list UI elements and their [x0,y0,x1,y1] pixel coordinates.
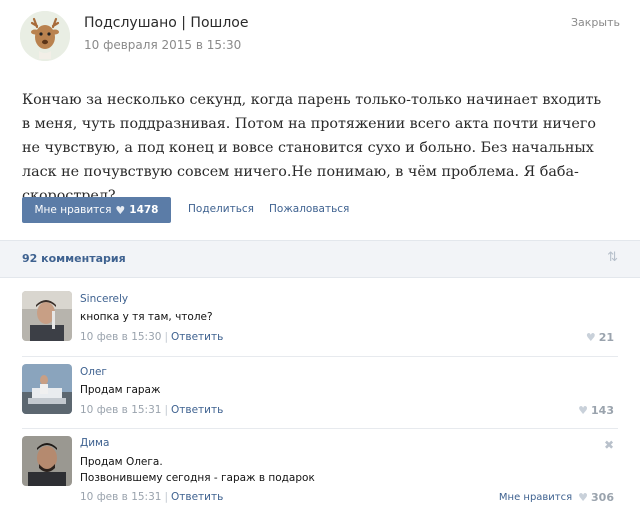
comment-text: кнопка у тя там, чтоле? [80,311,213,323]
comment-like-button[interactable]: ♥ 21 [586,331,614,344]
close-button[interactable]: Закрыть [571,16,620,29]
heart-icon: ♥ [585,331,596,344]
share-link[interactable]: Поделиться [188,203,254,215]
user-photo-icon [22,436,72,486]
avatar[interactable] [22,291,72,341]
comments-header: 92 комментария ⇅ [0,240,640,278]
user-photo-icon [22,291,72,341]
comment-item: Sincerely кнопка у тя там, чтоле? 10 фев… [0,291,640,353]
comment-like-button[interactable]: Мне нравится ♥ 306 [499,491,614,504]
comment-time[interactable]: 10 фев в 15:30 [80,331,161,343]
avatar[interactable] [22,436,72,486]
comment-author[interactable]: Sincerely [80,293,128,305]
comment-text: Продам гараж [80,384,161,396]
comment-like-button[interactable]: ♥ 143 [578,404,614,417]
separator: | [164,331,168,343]
like-button[interactable]: Мне нравится ♥ 1478 [22,197,171,223]
comment-item: Дима Продам Олега. Позвонившему сегодня … [0,436,640,506]
comment-like-count: 21 [598,331,614,344]
reply-link[interactable]: Ответить [171,404,223,416]
divider [22,428,618,429]
reply-link[interactable]: Ответить [171,491,223,503]
comment-like-count: 306 [591,491,614,504]
divider [22,356,618,357]
group-name[interactable]: Подслушано | Пошлое [84,15,248,31]
post-text: Кончаю за несколько секунд, когда парень… [22,92,602,204]
comment-item: Олег Продам гараж 10 фев в 15:31 | Ответит… [0,364,640,426]
avatar[interactable] [22,364,72,414]
comment-author[interactable]: Дима [80,437,109,449]
comment-time[interactable]: 10 фев в 15:31 [80,404,161,416]
deer-icon [20,11,70,61]
separator: | [164,491,168,503]
comment-like-count: 143 [591,404,614,417]
heart-icon: ♥ [115,203,126,217]
comment-text-line1: Продам Олега. [80,456,163,468]
report-link[interactable]: Пожаловаться [269,203,349,215]
reply-link[interactable]: Ответить [171,331,223,343]
comment-text-line2: Позвонившему сегодня - гараж в подарок [80,472,315,484]
comment-meta: 10 фев в 15:31 | Ответить [80,491,223,503]
like-count: 1478 [129,204,159,216]
sort-icon[interactable]: ⇅ [607,250,618,265]
heart-icon: ♥ [578,491,589,504]
heart-icon: ♥ [578,404,589,417]
separator: | [164,404,168,416]
comment-meta: 10 фев в 15:30 | Ответить [80,331,223,343]
user-photo-icon [22,364,72,414]
post-header: Подслушано | Пошлое 10 февраля 2015 в 15… [0,0,640,70]
comment-time[interactable]: 10 фев в 15:31 [80,491,161,503]
comment-meta: 10 фев в 15:31 | Ответить [80,404,223,416]
post-date[interactable]: 10 февраля 2015 в 15:30 [84,38,241,52]
close-icon[interactable]: ✖ [604,438,614,452]
comment-like-label: Мне нравится [498,492,573,503]
comments-count[interactable]: 92 комментария [22,252,126,265]
like-button-label: Мне нравится [34,204,112,216]
vk-post-page: Подслушано | Пошлое 10 февраля 2015 в 15… [0,0,640,518]
comment-author[interactable]: Олег [80,366,107,378]
group-avatar[interactable] [20,11,70,61]
